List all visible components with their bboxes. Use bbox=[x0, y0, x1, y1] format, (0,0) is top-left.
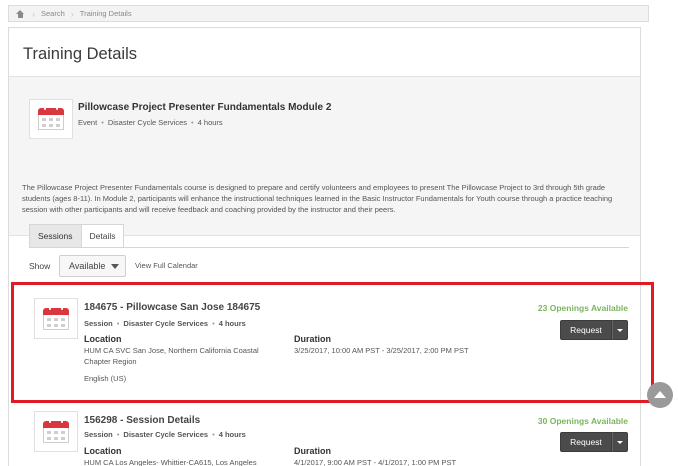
show-label: Show bbox=[29, 261, 51, 271]
event-title: Pillowcase Project Presenter Fundamental… bbox=[78, 102, 332, 113]
event-summary: Pillowcase Project Presenter Fundamental… bbox=[9, 76, 640, 236]
breadcrumb: › Search › Training Details bbox=[8, 5, 649, 22]
caret-down-icon bbox=[111, 264, 119, 269]
breadcrumb-search[interactable]: Search bbox=[35, 6, 71, 21]
event-description: The Pillowcase Project Presenter Fundame… bbox=[22, 183, 613, 214]
event-meta: Event • Disaster Cycle Services • 4 hours bbox=[78, 118, 223, 127]
page-title: Training Details bbox=[23, 45, 138, 63]
tab-bar: Sessions Details bbox=[29, 224, 125, 248]
arrow-up-icon bbox=[654, 390, 666, 398]
request-dropdown-toggle[interactable] bbox=[612, 432, 628, 452]
request-button-group: Request bbox=[560, 432, 628, 452]
session-title[interactable]: 156298 - Session Details bbox=[84, 415, 200, 426]
calendar-icon bbox=[43, 418, 69, 443]
availability-select[interactable]: Available bbox=[59, 255, 126, 277]
session-meta: Session • Disaster Cycle Services • 4 hour… bbox=[84, 430, 246, 439]
event-duration: 4 hours bbox=[197, 118, 223, 127]
breadcrumb-current: Training Details bbox=[79, 9, 132, 18]
home-icon[interactable] bbox=[16, 9, 25, 18]
event-icon-box bbox=[29, 99, 73, 139]
tab-divider bbox=[29, 247, 629, 248]
highlight-box bbox=[11, 282, 654, 403]
scroll-to-top-button[interactable] bbox=[647, 382, 673, 408]
openings-available: 30 Openings Available bbox=[537, 416, 628, 426]
location-value: HUM CA Los Angeles- Whittier-CA615, Los … bbox=[84, 458, 257, 466]
duration-label: Duration bbox=[294, 446, 331, 456]
tab-sessions[interactable]: Sessions bbox=[29, 224, 82, 248]
session-duration: 4 hours bbox=[218, 430, 246, 439]
session-icon-box bbox=[34, 411, 78, 452]
tab-details[interactable]: Details bbox=[80, 224, 125, 248]
request-button[interactable]: Request bbox=[560, 432, 612, 452]
location-label: Location bbox=[84, 446, 122, 456]
session-type: Session bbox=[84, 430, 113, 439]
breadcrumb-home[interactable] bbox=[9, 6, 32, 21]
duration-value: 4/1/2017, 9:00 AM PST - 4/1/2017, 1:00 P… bbox=[294, 458, 457, 466]
caret-down-icon bbox=[617, 440, 623, 444]
view-full-calendar-link[interactable]: View Full Calendar bbox=[135, 261, 198, 270]
session-category: Disaster Cycle Services bbox=[123, 430, 209, 439]
calendar-icon bbox=[38, 106, 64, 130]
availability-select-value: Available bbox=[69, 261, 106, 271]
event-category: Disaster Cycle Services bbox=[107, 118, 188, 127]
event-type: Event bbox=[78, 118, 98, 127]
